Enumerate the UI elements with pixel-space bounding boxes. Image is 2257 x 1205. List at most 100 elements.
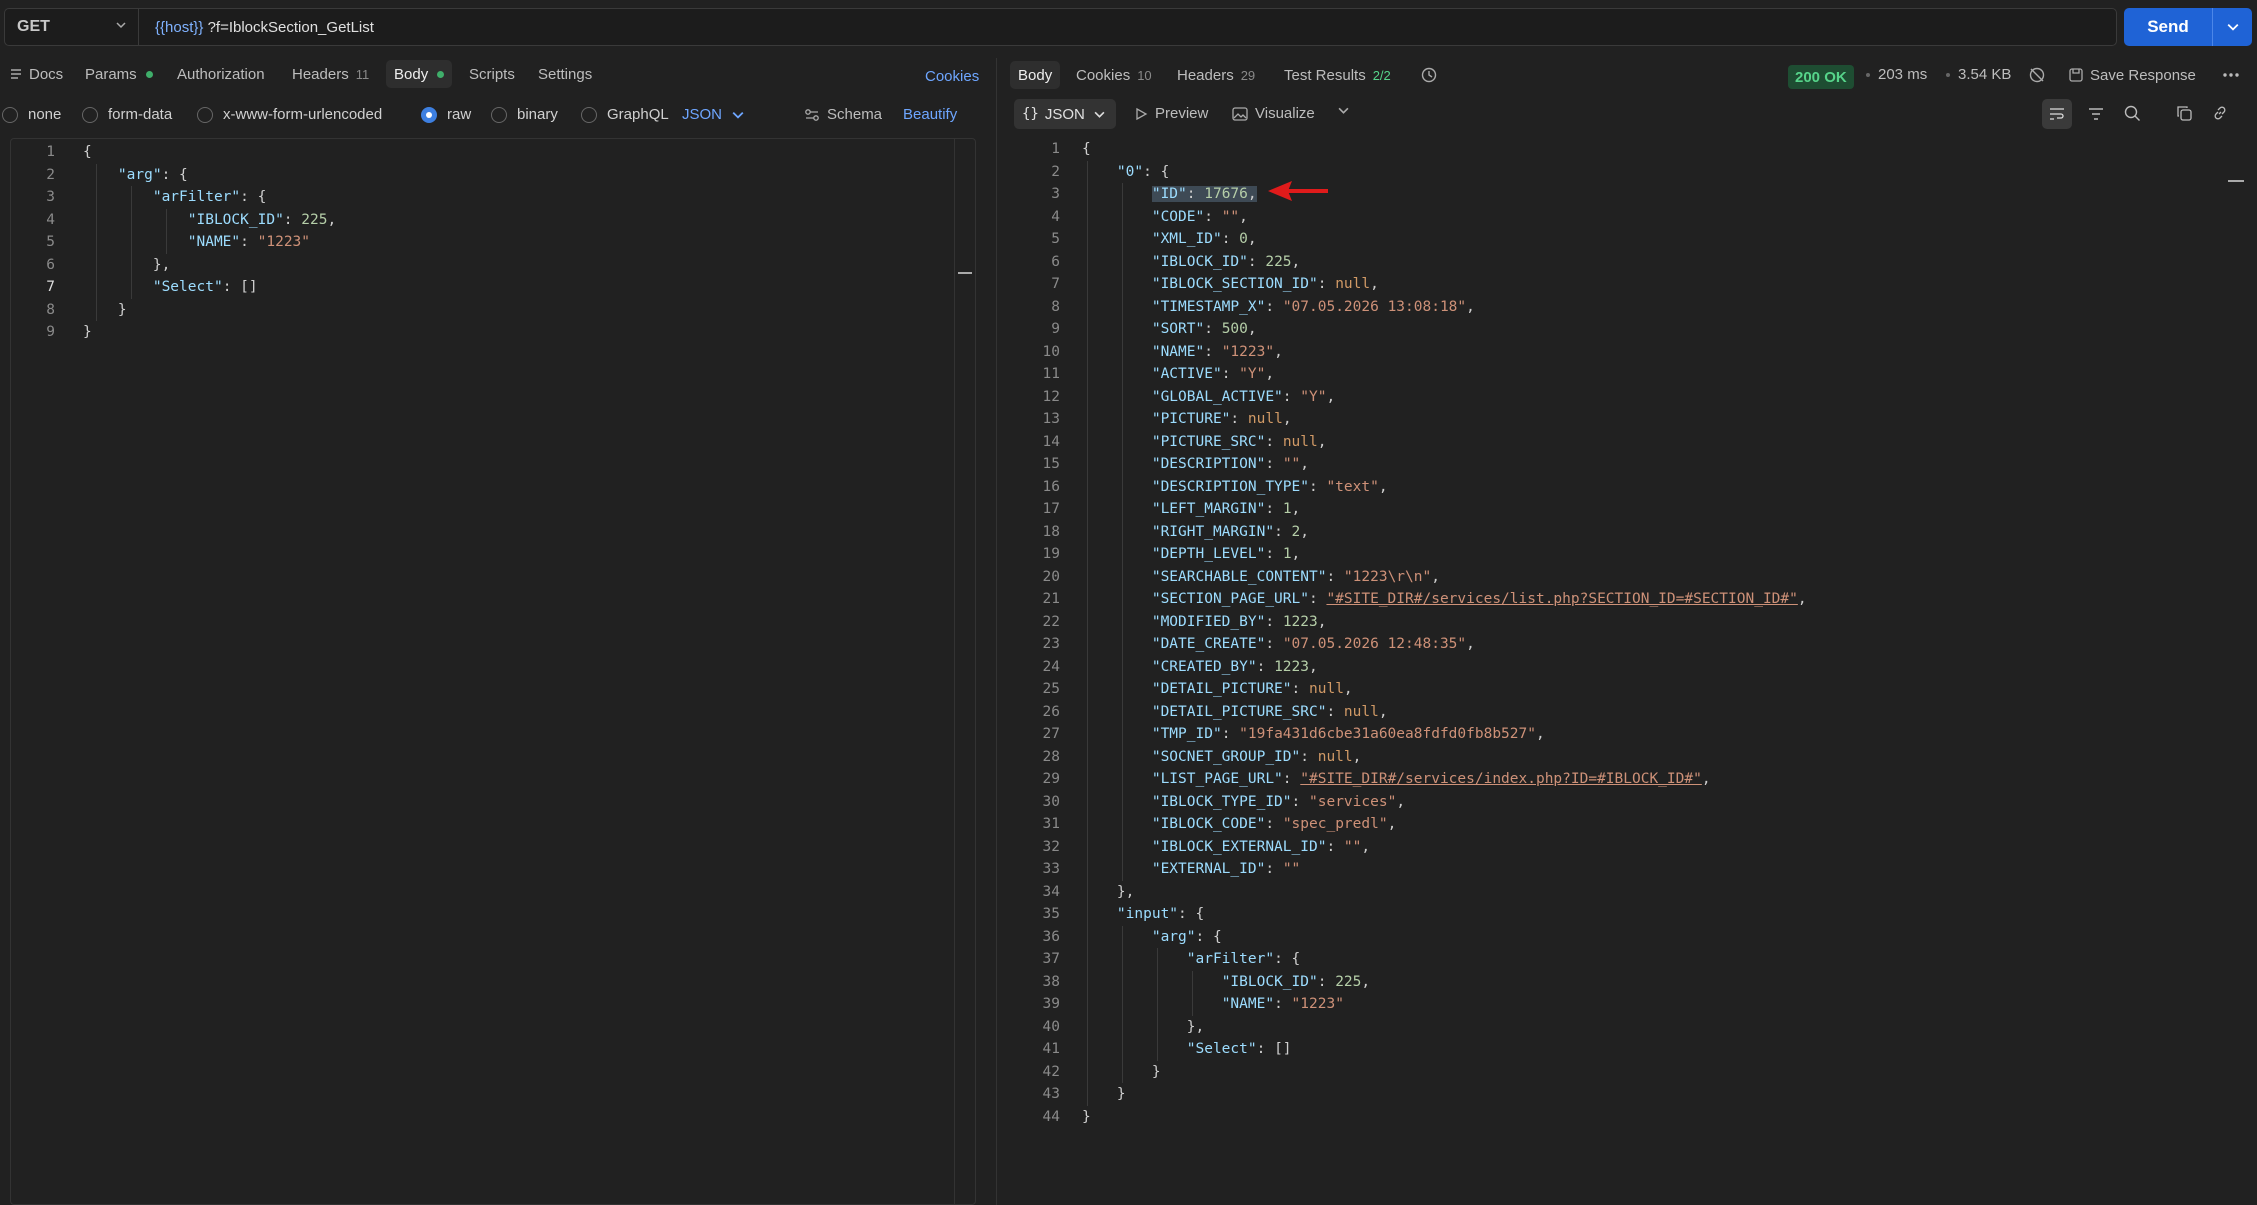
visualize-button[interactable]: Visualize bbox=[1232, 105, 1315, 122]
chevron-down-icon bbox=[116, 22, 126, 29]
json-punctuation: : [] bbox=[1256, 1041, 1292, 1057]
pane-divider[interactable] bbox=[996, 58, 997, 1205]
radio-none[interactable]: none bbox=[2, 106, 61, 123]
json-value: "" bbox=[1282, 456, 1301, 472]
json-key: "IBLOCK_CODE" bbox=[1151, 816, 1266, 832]
json-punctuation: : bbox=[1221, 726, 1240, 742]
json-punctuation: , bbox=[1352, 748, 1362, 765]
json-punctuation bbox=[1082, 996, 1222, 1012]
json-punctuation: , bbox=[1387, 816, 1397, 832]
json-punctuation: : bbox=[1256, 658, 1275, 675]
history-button[interactable] bbox=[1420, 61, 1438, 89]
line-number: 44 bbox=[1042, 1108, 1060, 1125]
annotation-arrow-icon bbox=[1268, 181, 1328, 201]
code-line: "IBLOCK_CODE": "spec_predl", bbox=[1082, 813, 1396, 836]
line-number: 21 bbox=[1042, 591, 1060, 607]
line-number: 38 bbox=[1042, 973, 1060, 990]
json-punctuation: : bbox=[1265, 501, 1283, 517]
tab-test-results[interactable]: Test Results 2/2 bbox=[1284, 61, 1391, 89]
json-punctuation bbox=[1082, 366, 1152, 382]
tab-response-headers[interactable]: Headers 29 bbox=[1177, 61, 1255, 89]
tab-scripts-label: Scripts bbox=[469, 65, 515, 83]
code-line: "EXTERNAL_ID": "" bbox=[1082, 858, 1300, 881]
json-key: "MODIFIED_BY" bbox=[1151, 613, 1266, 630]
radio-urlencoded[interactable]: x-www-form-urlencoded bbox=[197, 106, 382, 123]
tab-response-body[interactable]: Body bbox=[1010, 61, 1061, 89]
link-button[interactable] bbox=[2212, 105, 2228, 121]
tab-body[interactable]: Body bbox=[386, 60, 453, 88]
json-punctuation: : bbox=[1265, 861, 1283, 877]
json-punctuation: }, bbox=[1082, 883, 1135, 900]
radio-binary[interactable]: binary bbox=[491, 106, 558, 123]
history-icon bbox=[1421, 67, 1437, 83]
json-key: "DESCRIPTION_TYPE" bbox=[1151, 478, 1309, 495]
radio-form-data[interactable]: form-data bbox=[82, 106, 172, 123]
line-number: 40 bbox=[1042, 1018, 1060, 1035]
line-number: 7 bbox=[1051, 276, 1060, 292]
line-number: 31 bbox=[1042, 816, 1060, 832]
visualize-dropdown[interactable] bbox=[1338, 105, 1349, 116]
search-button[interactable] bbox=[2124, 105, 2141, 122]
visualize-label: Visualize bbox=[1255, 105, 1315, 122]
json-punctuation bbox=[83, 167, 118, 183]
json-key: "CODE" bbox=[1151, 208, 1205, 225]
schema-button[interactable]: Schema bbox=[804, 106, 882, 123]
json-punctuation: , bbox=[1361, 838, 1371, 855]
json-punctuation bbox=[1082, 479, 1152, 495]
json-key: "TMP_ID" bbox=[1151, 726, 1222, 742]
json-key: "IBLOCK_ID" bbox=[1151, 253, 1248, 270]
json-key: "DEPTH_LEVEL" bbox=[1151, 546, 1266, 562]
tab-response-headers-label: Headers bbox=[1177, 66, 1234, 84]
tab-docs[interactable]: Docs bbox=[9, 60, 63, 88]
response-format-label: JSON bbox=[1044, 105, 1085, 123]
response-format-select[interactable]: {} JSON bbox=[1014, 99, 1116, 129]
preview-button[interactable]: Preview bbox=[1134, 105, 1208, 122]
json-punctuation bbox=[1082, 726, 1152, 742]
json-value: "07.05.2026 13:08:18" bbox=[1282, 298, 1467, 315]
beautify-button[interactable]: Beautify bbox=[903, 106, 957, 123]
tab-response-cookies[interactable]: Cookies 10 bbox=[1076, 61, 1152, 89]
json-punctuation: : bbox=[1326, 838, 1344, 855]
json-punctuation: : bbox=[1308, 591, 1327, 607]
copy-button[interactable] bbox=[2176, 105, 2192, 121]
raw-format-select[interactable]: JSON bbox=[682, 106, 744, 123]
network-info-button[interactable] bbox=[2028, 61, 2046, 89]
tab-scripts[interactable]: Scripts bbox=[469, 60, 515, 88]
json-punctuation: : bbox=[1300, 748, 1318, 765]
filter-button[interactable] bbox=[2088, 107, 2104, 121]
more-actions-button[interactable] bbox=[2222, 61, 2240, 89]
send-button[interactable]: Send bbox=[2124, 8, 2252, 46]
indent-guide bbox=[1191, 970, 1193, 1016]
chevron-down-icon bbox=[2227, 23, 2238, 31]
filter-icon bbox=[2089, 108, 2103, 120]
line-number: 10 bbox=[1042, 343, 1060, 360]
tab-headers[interactable]: Headers 11 bbox=[292, 60, 369, 88]
tab-settings[interactable]: Settings bbox=[538, 60, 592, 88]
tab-params[interactable]: Params bbox=[85, 60, 153, 88]
tab-authorization[interactable]: Authorization bbox=[177, 60, 265, 88]
tab-docs-label: Docs bbox=[29, 65, 64, 83]
request-body-editor[interactable]: 1{2 "arg": {3 "arFilter": {4 "IBLOCK_ID"… bbox=[10, 138, 976, 1205]
send-options-button[interactable] bbox=[2213, 21, 2252, 33]
wrap-lines-button[interactable] bbox=[2042, 99, 2072, 129]
line-number: 7 bbox=[46, 279, 55, 295]
json-key: "DETAIL_PICTURE" bbox=[1151, 681, 1292, 697]
method-select[interactable]: GET bbox=[4, 8, 138, 46]
response-size[interactable]: 3.54 KB bbox=[1958, 66, 2011, 83]
code-line: "IBLOCK_ID": 225, bbox=[83, 209, 336, 232]
radio-raw[interactable]: raw bbox=[421, 106, 471, 123]
response-time[interactable]: 203 ms bbox=[1878, 66, 1927, 83]
line-number: 23 bbox=[1042, 636, 1060, 652]
response-body-viewer[interactable]: 1{2 "0": {3 "ID": 17676, 4 "CODE": "", 5 "… bbox=[1000, 138, 2257, 1205]
json-punctuation bbox=[1082, 794, 1152, 810]
line-number: 17 bbox=[1042, 501, 1060, 517]
radio-circle bbox=[82, 106, 98, 123]
radio-graphql[interactable]: GraphQL bbox=[581, 106, 669, 123]
line-number: 22 bbox=[1042, 613, 1060, 630]
json-value: null bbox=[1309, 681, 1344, 697]
json-punctuation: : bbox=[1204, 321, 1222, 337]
url-input[interactable]: {{host}} ?f=IblockSection_GetList bbox=[138, 8, 2117, 46]
json-key: "Select" bbox=[152, 279, 223, 295]
line-number: 24 bbox=[1042, 658, 1060, 675]
save-response-button[interactable]: Save Response bbox=[2068, 61, 2196, 89]
